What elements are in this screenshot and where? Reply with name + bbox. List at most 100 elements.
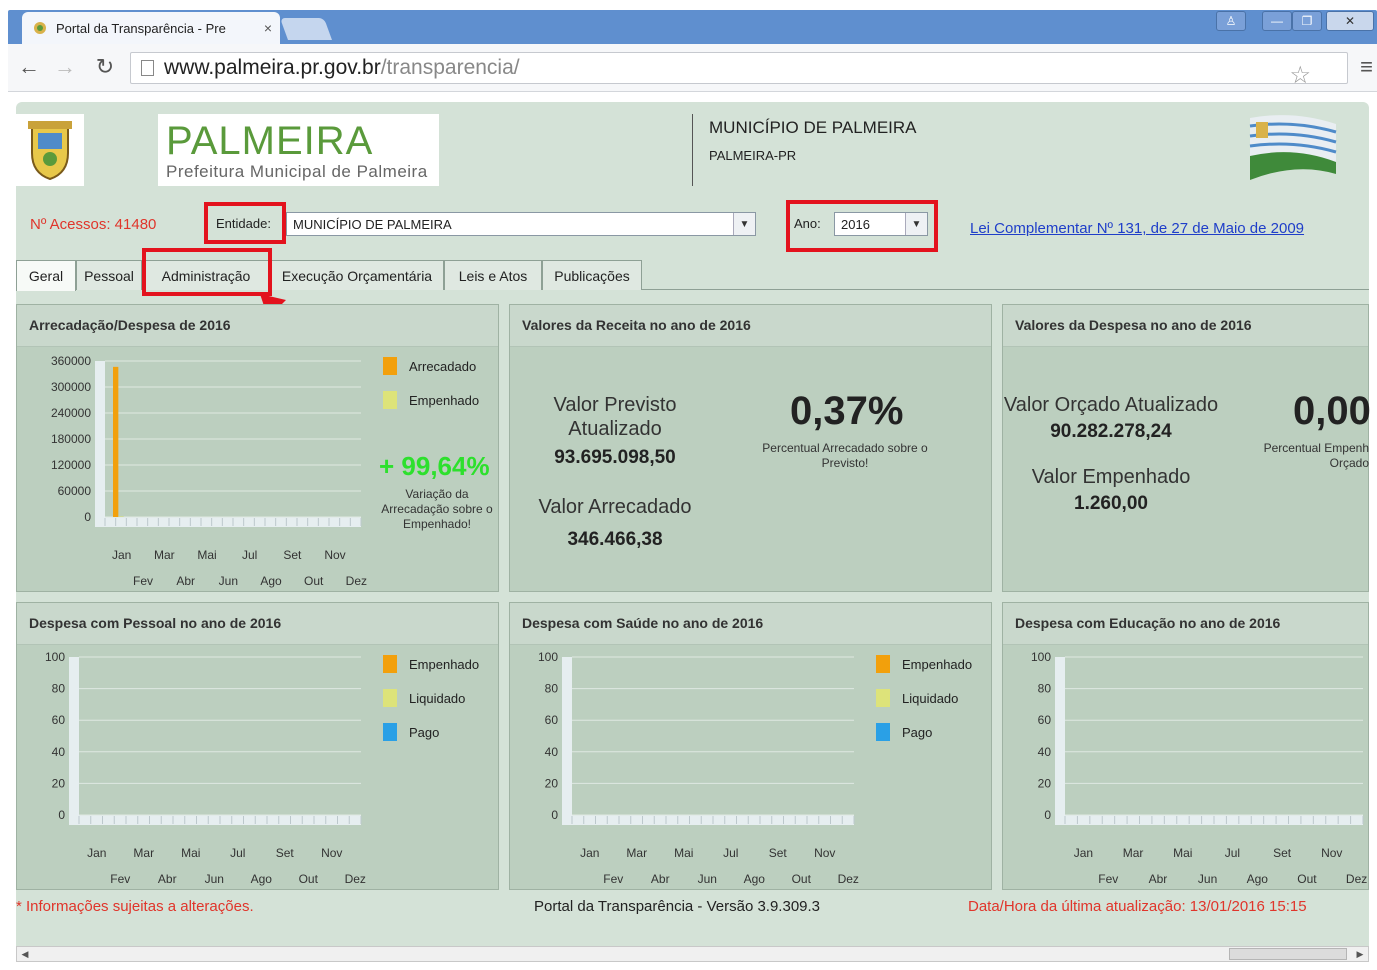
y-tick-label: 80 <box>1038 682 1052 696</box>
x-tick-label: Jan <box>112 548 131 562</box>
y-tick-label: 0 <box>1044 808 1051 822</box>
maximize-icon[interactable]: ❐ <box>1292 11 1322 31</box>
y-tick-label: 120000 <box>51 458 91 472</box>
x-tick-label: Jul <box>1225 846 1240 860</box>
scroll-right-icon[interactable]: ▶ <box>1352 947 1368 961</box>
law-link[interactable]: Lei Complementar Nº 131, de 27 de Maio d… <box>970 220 1304 237</box>
panel-header: Valores da Despesa no ano de 2016 <box>1003 305 1368 347</box>
legend-empenhado: Empenhado <box>383 655 479 673</box>
browser-toolbar: ← → ↻ www.palmeira.pr.gov.br/transparenc… <box>8 44 1377 92</box>
x-tick-label: Set <box>276 846 295 860</box>
x-tick-label: Set <box>283 548 302 562</box>
user-icon[interactable]: ♙ <box>1216 11 1246 31</box>
x-tick-label: Jun <box>698 872 717 886</box>
legend-swatch <box>383 723 397 741</box>
y-tick-label: 80 <box>545 682 559 696</box>
logo-subtitle: Prefeitura Municipal de Palmeira <box>166 162 428 181</box>
minimize-icon[interactable]: — <box>1262 11 1292 31</box>
panel-despesa-pessoal: Despesa com Pessoal no ano de 2016 100 80… <box>16 602 499 890</box>
municipality-title: MUNICÍPIO DE PALMEIRA <box>709 118 917 137</box>
x-tick-label: Jun <box>205 872 224 886</box>
entidade-value: MUNICÍPIO DE PALMEIRA <box>293 216 452 232</box>
tab-close-icon[interactable]: × <box>264 20 272 36</box>
legend-label: Empenhado <box>409 656 480 672</box>
x-tick-label: Mar <box>1123 846 1144 860</box>
legend-swatch <box>876 689 890 707</box>
browser-tab[interactable]: Portal da Transparência - Pre × <box>22 12 280 44</box>
x-tick-label: Ago <box>260 574 282 588</box>
forward-icon[interactable]: → <box>52 56 78 78</box>
x-tick-label: Out <box>299 872 319 886</box>
bar-arrecadado <box>113 366 119 517</box>
back-icon[interactable]: ← <box>16 56 42 78</box>
x-tick-label: Nov <box>321 846 342 860</box>
star-icon[interactable]: ☆ <box>1289 61 1311 90</box>
legend-label: Pago <box>902 724 933 740</box>
arrecadado-label: Valor Arrecadado <box>538 496 692 518</box>
horizontal-scrollbar[interactable]: ◀ ▶ <box>16 946 1369 962</box>
portal-header: PALMEIRA Prefeitura Municipal de Palmeir… <box>16 102 1369 194</box>
x-tick-label: Set <box>1273 846 1292 860</box>
address-bar[interactable]: www.palmeira.pr.gov.br/transparencia/ ☆ <box>130 52 1348 89</box>
filters-bar: Nº Acessos: 41480 Entidade: MUNICÍPIO DE… <box>16 198 1369 252</box>
page-viewport: PALMEIRA Prefeitura Municipal de Palmeir… <box>8 92 1377 970</box>
y-axis-band <box>69 657 79 815</box>
x-tick-label: Jan <box>1074 846 1093 860</box>
y-tick-label: 360000 <box>51 354 91 368</box>
y-tick-label: 20 <box>1038 776 1052 790</box>
menu-icon[interactable]: ≡ <box>1360 54 1373 80</box>
tab-geral[interactable]: Geral <box>16 260 76 291</box>
x-tick-label: Mai <box>181 846 200 860</box>
x-tick-label: Fev <box>1098 872 1118 886</box>
x-tick-label: Abr <box>651 872 670 886</box>
window-close-icon[interactable]: ✕ <box>1326 11 1374 31</box>
portal-container: PALMEIRA Prefeitura Municipal de Palmeir… <box>16 102 1371 962</box>
highlight-ano <box>786 200 938 252</box>
reload-icon[interactable]: ↻ <box>92 56 118 78</box>
x-tick-label: Nov <box>1321 846 1342 860</box>
municipality-subtitle: PALMEIRA-PR <box>709 148 797 163</box>
tab-execucao-orcamentaria[interactable]: Execução Orçamentária <box>270 260 444 290</box>
x-tick-label: Jul <box>230 846 245 860</box>
new-tab-button[interactable] <box>279 18 333 40</box>
footer-disclaimer: * Informações sujeitas a alterações. <box>16 898 254 915</box>
tab-publicacoes[interactable]: Publicações <box>542 260 642 290</box>
tab-pessoal[interactable]: Pessoal <box>76 260 142 290</box>
x-tick-label: Dez <box>346 574 367 588</box>
panel-title: Valores da Receita no ano de 2016 <box>522 317 751 333</box>
x-tick-label: Ago <box>744 872 766 886</box>
panel-header: Valores da Receita no ano de 2016 <box>510 305 991 347</box>
entidade-select[interactable]: MUNICÍPIO DE PALMEIRA ▼ <box>286 212 756 236</box>
x-tick-label: Mai <box>674 846 693 860</box>
highlight-entidade <box>204 202 286 244</box>
empenhado-label: Valor Empenhado <box>1031 466 1191 488</box>
scroll-thumb[interactable] <box>1229 948 1347 960</box>
tab-leis-e-atos[interactable]: Leis e Atos <box>444 260 542 290</box>
x-tick-label: Ago <box>251 872 273 886</box>
flag-icon <box>1246 112 1338 184</box>
y-tick-label: 60000 <box>58 484 92 498</box>
scroll-left-icon[interactable]: ◀ <box>17 947 33 961</box>
y-tick-label: 60 <box>1038 713 1052 727</box>
legend-empenhado: Empenhado <box>876 655 972 673</box>
browser-tabstrip: Portal da Transparência - Pre × ♙ — ❐ ✕ <box>0 0 1377 44</box>
x-tick-label: Abr <box>158 872 177 886</box>
x-tick-label: Set <box>769 846 788 860</box>
legend-liquidado: Liquidado <box>383 689 465 707</box>
header-divider <box>692 114 693 186</box>
x-tick-label: Fev <box>110 872 130 886</box>
previsto-label: Valor Previsto Atualizado <box>553 394 677 440</box>
pessoal-chart: 100 80 60 40 20 0 Jan FevMar Abr Mai Jun Jul AgoSet O… <box>45 650 366 886</box>
x-tick-label: Ago <box>1247 872 1269 886</box>
x-tick-label: Jan <box>580 846 599 860</box>
logo-title: PALMEIRA <box>166 119 374 163</box>
chevron-down-icon[interactable]: ▼ <box>733 213 755 235</box>
x-tick-label: Nov <box>814 846 835 860</box>
legend-label: Empenhado <box>902 656 973 672</box>
y-tick-label: 0 <box>84 510 91 524</box>
orcado-label: Valor Orçado Atualizado <box>1003 394 1219 416</box>
x-tick-label: Out <box>1297 872 1317 886</box>
x-tick-label: Out <box>304 574 324 588</box>
x-tick-label: Dez <box>838 872 859 886</box>
y-tick-label: 40 <box>545 745 559 759</box>
